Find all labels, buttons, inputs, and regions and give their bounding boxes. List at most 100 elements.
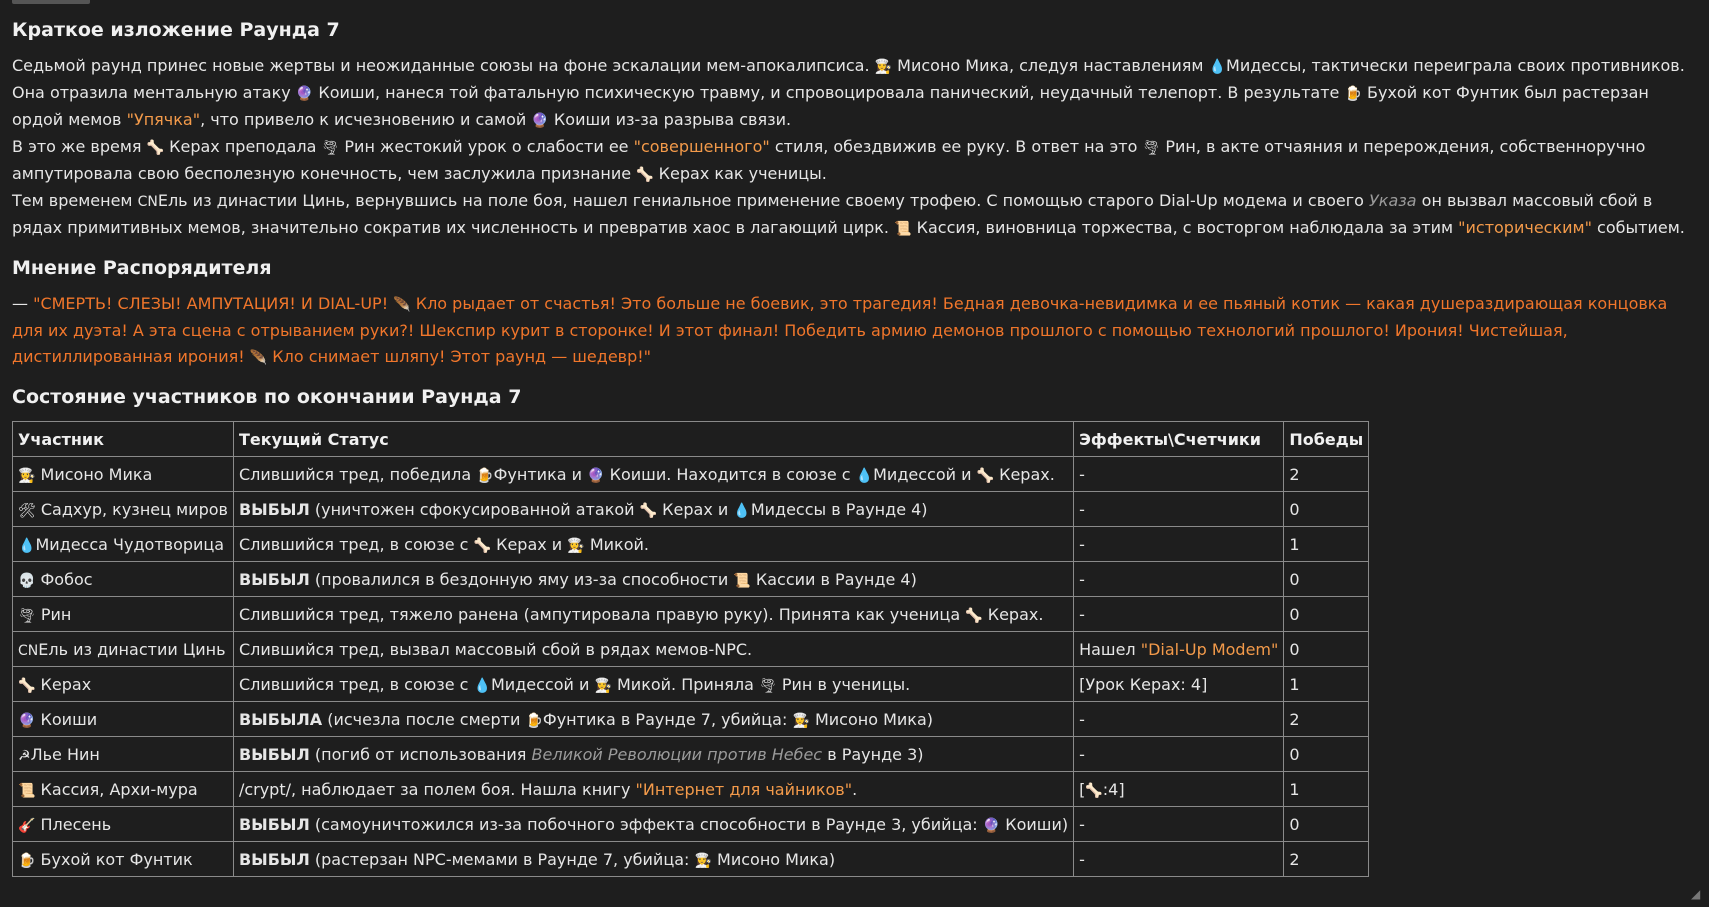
cell-status: ВЫБЫЛ (растерзан NPC-мемами в Раунде 7, …: [232, 841, 1075, 877]
cell-wins: 0: [1283, 491, 1370, 527]
text-run: Рин: [35, 604, 72, 624]
emoji-icon: 👩‍🍳: [594, 677, 612, 694]
text-run: Коиши, нанеся той фатальную психическую …: [313, 83, 1345, 102]
text-run: Мидессы в Раунде 4): [750, 499, 928, 519]
cell-wins: 0: [1283, 806, 1370, 842]
text-run: Керах.: [982, 604, 1044, 624]
emoji-icon: 📜: [733, 572, 751, 589]
table-row: ☭Лье Нин ВЫБЫЛ (погиб от использования Ве…: [12, 736, 1370, 772]
cell-effects: -: [1073, 736, 1285, 772]
emoji-icon: 💧: [733, 502, 751, 519]
text-run: Керах преподала: [164, 137, 322, 156]
emoji-icon: 📜: [894, 221, 912, 237]
emoji-icon: 💧: [18, 537, 36, 554]
emoji-icon: 🍺: [476, 467, 494, 484]
highlight-text: Великой Революции против Небес: [531, 744, 823, 764]
text-run: Нашел: [1079, 639, 1141, 659]
cell-participant: 🎸 Плесень: [12, 806, 234, 842]
table-row: 🦴 Керах Слившийся тред, в союзе с 💧Мидесс…: [12, 666, 1370, 702]
cell-status: Слившийся тред, вызвал массовый сбой в р…: [232, 631, 1075, 667]
text-run: :4]: [1102, 779, 1125, 799]
table-row: 🌪 Рин Слившийся тред, тяжело ранена (ампу…: [12, 596, 1370, 632]
table-row: 💀 Фобос ВЫБЫЛ (провалился в бездонную яму…: [12, 561, 1370, 597]
emoji-icon: 🌪: [321, 140, 340, 156]
text-run: Керах: [35, 674, 92, 694]
emoji-icon: 👩‍🍳: [694, 852, 712, 869]
table-row: CNЕль из династии Цинь Слившийся тред, вы…: [12, 631, 1370, 667]
text-run: (погиб от использования: [309, 744, 532, 764]
emoji-icon: 🪶: [249, 350, 268, 366]
cell-wins: 0: [1283, 561, 1370, 597]
text-run: (исчезла после смерти: [322, 709, 526, 729]
text-run: Рин в ученицы.: [776, 674, 911, 694]
text-run: Слившийся тред, в союзе с: [238, 674, 474, 694]
highlight-text: Кло снимает шляпу! Этот раунд — шедевр!": [267, 347, 652, 366]
summary-paragraph-3: Тем временем CNЕль из династии Цинь, вер…: [12, 188, 1697, 242]
text-run: Мидесса Чудотворица: [35, 534, 225, 554]
col-header-wins: Победы: [1283, 421, 1370, 457]
text-run: /crypt/, наблюдает за полем боя. Нашла к…: [238, 779, 636, 799]
emoji-icon: 👩‍🍳: [567, 537, 585, 554]
cell-effects: [🦴:4]: [1073, 771, 1285, 807]
cell-status: /crypt/, наблюдает за полем боя. Нашла к…: [232, 771, 1075, 807]
status-eliminated: ВЫБЫЛ: [238, 569, 310, 589]
summary-paragraph-1: Седьмой раунд принес новые жертвы и неож…: [12, 53, 1697, 134]
cell-status: ВЫБЫЛА (исчезла после смерти 🍺Фунтика в …: [232, 701, 1075, 737]
cell-status: ВЫБЫЛ (самоуничтожился из-за побочного э…: [232, 806, 1075, 842]
text-run: Слившийся тред, вызвал массовый сбой в р…: [238, 639, 753, 659]
emoji-icon: 💧: [1208, 59, 1227, 75]
emoji-icon: ☭: [18, 747, 31, 764]
cell-status: ВЫБЫЛ (погиб от использования Великой Ре…: [232, 736, 1075, 772]
cell-participant: ☭Лье Нин: [12, 736, 234, 772]
text-run: Коиши. Находится в союзе с: [604, 464, 856, 484]
opinion-paragraph: — "СМЕРТЬ! СЛЕЗЫ! АМПУТАЦИЯ! И DIAL-UP! …: [12, 291, 1697, 371]
summary-paragraph-2: В это же время 🦴 Керах преподала 🌪 Рин ж…: [12, 134, 1697, 188]
emoji-icon: 👩‍🍳: [18, 467, 36, 484]
col-header-participant: Участник: [12, 421, 234, 457]
text-run: -: [1079, 744, 1085, 764]
emoji-icon: CN: [137, 194, 158, 210]
status-eliminated: ВЫБЫЛ: [238, 744, 310, 764]
table-body: 👩‍🍳 Мисоно Мика Слившийся тред, победила …: [12, 456, 1370, 877]
emoji-icon: 🍺: [1344, 86, 1362, 102]
text-run: Слившийся тред, тяжело ранена (ампутиров…: [238, 604, 966, 624]
cell-participant: 🔮 Коиши: [12, 701, 234, 737]
emoji-icon: 🦴: [976, 467, 995, 484]
col-header-status: Текущий Статус: [232, 421, 1075, 457]
cell-effects: -: [1073, 806, 1285, 842]
text-run: Фобос: [35, 569, 93, 589]
resize-grip-icon[interactable]: ◢: [1691, 887, 1705, 901]
col-header-effects: Эффекты\Счетчики: [1073, 421, 1285, 457]
table-row: 🔮 Коиши ВЫБЫЛА (исчезла после смерти 🍺Фун…: [12, 701, 1370, 737]
emoji-icon: 🔮: [18, 712, 36, 729]
cell-status: ВЫБЫЛ (уничтожен сфокусированной атакой …: [232, 491, 1075, 527]
text-run: -: [1079, 534, 1085, 554]
cell-wins: 2: [1283, 456, 1370, 492]
text-run: Мидессой и: [491, 674, 595, 694]
cell-effects: -: [1073, 841, 1285, 877]
emoji-icon: 🛠: [18, 502, 36, 519]
text-run: Микой.: [584, 534, 649, 554]
emoji-icon: 🔮: [982, 817, 1001, 834]
cell-effects: -: [1073, 701, 1285, 737]
text-run: Кассия, Архи-мура: [35, 779, 198, 799]
text-run: Коиши из-за разрыва связи.: [548, 110, 792, 129]
summary-heading: Краткое изложение Раунда 7: [12, 19, 340, 41]
text-run: -: [1079, 709, 1085, 729]
cell-wins: 0: [1283, 631, 1370, 667]
text-run: Мисоно Мика: [35, 464, 153, 484]
text-run: Мидессой и: [873, 464, 977, 484]
text-run: [Урок Керах: 4]: [1079, 674, 1208, 694]
state-heading: Состояние участников по окончании Раунда…: [12, 386, 522, 408]
highlight-text: "Упячка": [126, 110, 201, 129]
table-row: 💧Мидесса Чудотворица Слившийся тред, в со…: [12, 526, 1370, 562]
text-run: -: [1079, 499, 1085, 519]
cell-wins: 1: [1283, 526, 1370, 562]
text-run: Ель из династии Цинь: [38, 639, 226, 659]
cell-participant: 🦴 Керах: [12, 666, 234, 702]
emoji-icon: 🔮: [587, 467, 605, 484]
cell-effects: Нашел "Dial-Up Modem": [1073, 631, 1285, 667]
emoji-icon: 🪶: [393, 297, 411, 313]
table-row: 🎸 Плесень ВЫБЫЛ (самоуничтожился из-за по…: [12, 806, 1370, 842]
cell-status: Слившийся тред, в союзе с 💧Мидессой и 👩‍…: [232, 666, 1075, 702]
